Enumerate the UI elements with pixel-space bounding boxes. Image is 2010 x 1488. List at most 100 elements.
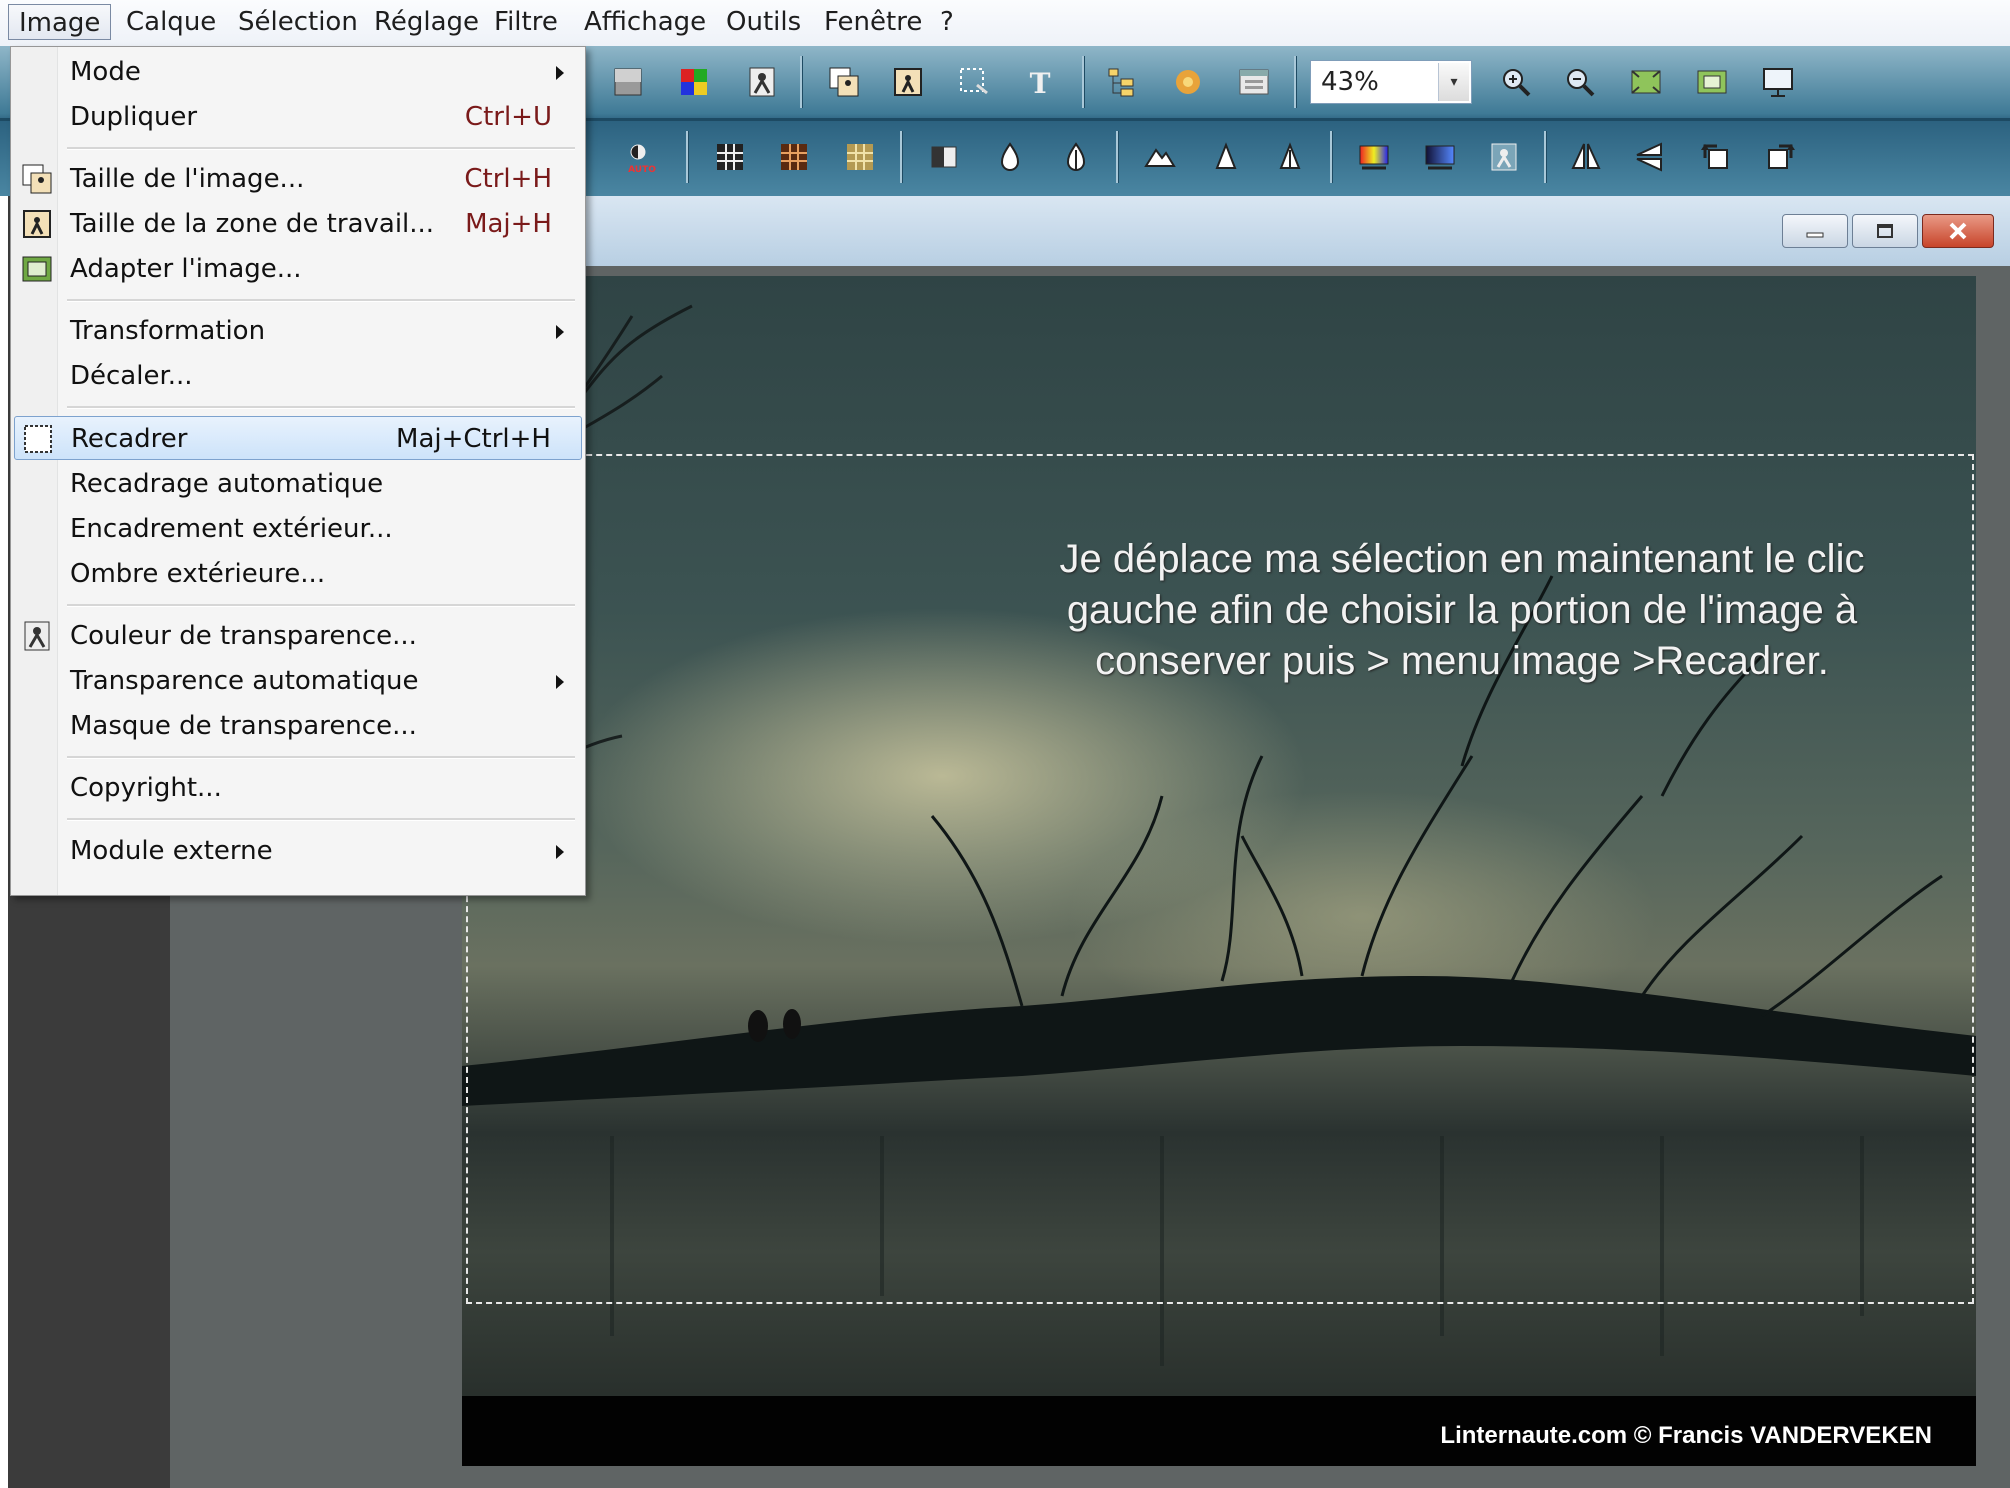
brightness-drop-icon[interactable]	[992, 139, 1028, 175]
svg-text:T: T	[1030, 67, 1051, 99]
zoom-out-icon[interactable]	[1562, 64, 1598, 100]
menu-item-label: Dupliquer	[70, 102, 198, 132]
minimize-icon	[1806, 232, 1824, 238]
negative-icon[interactable]	[1486, 139, 1522, 175]
image-size-icon[interactable]	[826, 64, 862, 100]
fit-window-icon[interactable]	[1628, 64, 1664, 100]
menu-item-label: Module externe	[70, 836, 273, 866]
menu-item-label: Taille de l'image...	[70, 164, 305, 194]
effects-star-icon[interactable]	[1170, 64, 1206, 100]
grid-black-icon[interactable]	[712, 139, 748, 175]
menu-item-label: Recadrage automatique	[70, 469, 384, 499]
gradient-tool-icon[interactable]	[610, 64, 646, 100]
menu-item-transformation[interactable]: Transformation	[14, 309, 582, 353]
menu-item-dupliquer[interactable]: Dupliquer Ctrl+U	[14, 95, 582, 139]
photo-credit: Linternaute.com © Francis VANDERVEKEN	[1440, 1422, 1932, 1449]
menu-reglage[interactable]: Réglage	[364, 4, 489, 40]
slideshow-icon[interactable]	[1760, 64, 1796, 100]
chevron-down-icon[interactable]: ▾	[1438, 63, 1469, 101]
menu-item-module-externe[interactable]: Module externe	[14, 829, 582, 873]
crop-selection-icon	[24, 425, 52, 453]
menu-item-masque-transparence[interactable]: Masque de transparence...	[14, 704, 582, 748]
close-button[interactable]	[1922, 214, 1994, 248]
menu-item-adapter-image[interactable]: Adapter l'image...	[14, 247, 582, 291]
auto-contrast-icon[interactable]: AUTO	[624, 139, 660, 175]
sharpen-mountain-icon[interactable]	[1142, 139, 1178, 175]
menu-help[interactable]: ?	[930, 4, 964, 40]
image-size-icon	[22, 164, 52, 194]
credit-bar: Linternaute.com © Francis VANDERVEKEN	[462, 1396, 1976, 1466]
svg-text:AUTO: AUTO	[628, 165, 656, 174]
menu-item-couleur-transparence[interactable]: Couleur de transparence...	[14, 614, 582, 658]
gamma-plus-icon[interactable]	[1272, 139, 1308, 175]
contrast-drop-icon[interactable]	[1058, 139, 1094, 175]
menu-filtre[interactable]: Filtre	[484, 4, 568, 40]
text-tool-icon[interactable]: T	[1022, 64, 1058, 100]
submenu-arrow-icon	[556, 325, 564, 339]
menu-fenetre[interactable]: Fenêtre	[814, 4, 932, 40]
menu-item-copyright[interactable]: Copyright...	[14, 766, 582, 810]
menu-item-label: Ombre extérieure...	[70, 559, 326, 589]
menu-item-label: Mode	[70, 57, 141, 87]
menu-affichage[interactable]: Affichage	[574, 4, 716, 40]
submenu-arrow-icon	[556, 66, 564, 80]
submenu-arrow-icon	[556, 845, 564, 859]
menu-item-label: Recadrer	[71, 424, 188, 454]
menu-item-decaler[interactable]: Décaler...	[14, 354, 582, 398]
menu-item-recadrage-automatique[interactable]: Recadrage automatique	[14, 462, 582, 506]
submenu-arrow-icon	[556, 675, 564, 689]
rotate-left-icon[interactable]	[1698, 139, 1734, 175]
canvas-size-icon[interactable]	[890, 64, 926, 100]
menu-item-label: Décaler...	[70, 361, 193, 391]
menu-item-ombre-exterieure[interactable]: Ombre extérieure...	[14, 552, 582, 596]
menu-item-mode[interactable]: Mode	[14, 50, 582, 94]
zoom-value: 43%	[1321, 67, 1379, 97]
menu-item-label: Couleur de transparence...	[70, 621, 417, 651]
flip-horizontal-icon[interactable]	[1568, 139, 1604, 175]
menu-item-transparence-automatique[interactable]: Transparence automatique	[14, 659, 582, 703]
menu-item-label: Transparence automatique	[70, 666, 419, 696]
image-dropdown-menu: Mode Dupliquer Ctrl+U Taille de l'image.…	[10, 46, 586, 896]
layers-tree-icon[interactable]	[1104, 64, 1140, 100]
minimize-button[interactable]	[1782, 214, 1848, 248]
transparency-icon[interactable]	[744, 64, 780, 100]
selection-tool-icon[interactable]	[956, 64, 992, 100]
menu-item-taille-image[interactable]: Taille de l'image... Ctrl+H	[14, 157, 582, 201]
menu-calque[interactable]: Calque	[116, 4, 226, 40]
menu-item-label: Taille de la zone de travail...	[70, 209, 435, 239]
photo-image[interactable]: Je déplace ma sélection en maintenant le…	[462, 276, 1976, 1466]
window-icon[interactable]	[1236, 64, 1272, 100]
hue-icon[interactable]	[1422, 139, 1458, 175]
grid-brown-icon[interactable]	[776, 139, 812, 175]
menu-bar: Image Calque Sélection Réglage Filtre Af…	[0, 0, 2010, 47]
menu-item-label: Masque de transparence...	[70, 711, 417, 741]
menu-item-shortcut: Ctrl+H	[464, 164, 552, 194]
gamma-icon[interactable]	[1208, 139, 1244, 175]
menu-item-label: Copyright...	[70, 773, 222, 803]
menu-item-taille-zone-travail[interactable]: Taille de la zone de travail... Maj+H	[14, 202, 582, 246]
palette-icon[interactable]	[676, 64, 712, 100]
instruction-text: Je déplace ma sélection en maintenant le…	[1059, 537, 1865, 683]
levels-icon[interactable]	[926, 139, 962, 175]
menu-item-shortcut: Ctrl+U	[464, 102, 552, 132]
grid-sepia-icon[interactable]	[842, 139, 878, 175]
menu-outils[interactable]: Outils	[716, 4, 811, 40]
menu-item-shortcut: Maj+H	[465, 209, 552, 239]
menu-item-label: Transformation	[70, 316, 266, 346]
menu-selection[interactable]: Sélection	[228, 4, 368, 40]
zoom-in-icon[interactable]	[1498, 64, 1534, 100]
color-balance-icon[interactable]	[1356, 139, 1392, 175]
menu-item-encadrement-exterieur[interactable]: Encadrement extérieur...	[14, 507, 582, 551]
rotate-right-icon[interactable]	[1762, 139, 1798, 175]
transparency-color-icon	[24, 621, 50, 651]
menu-item-label: Adapter l'image...	[70, 254, 302, 284]
zoom-combobox[interactable]: 43% ▾	[1310, 60, 1472, 104]
menu-item-label: Encadrement extérieur...	[70, 514, 393, 544]
actual-size-icon[interactable]	[1694, 64, 1730, 100]
flip-vertical-icon[interactable]	[1632, 139, 1668, 175]
menu-image[interactable]: Image	[8, 4, 112, 40]
close-icon	[1949, 222, 1967, 240]
menu-item-recadrer[interactable]: Recadrer Maj+Ctrl+H	[14, 416, 582, 460]
menu-item-shortcut: Maj+Ctrl+H	[396, 424, 551, 454]
maximize-button[interactable]	[1852, 214, 1918, 248]
